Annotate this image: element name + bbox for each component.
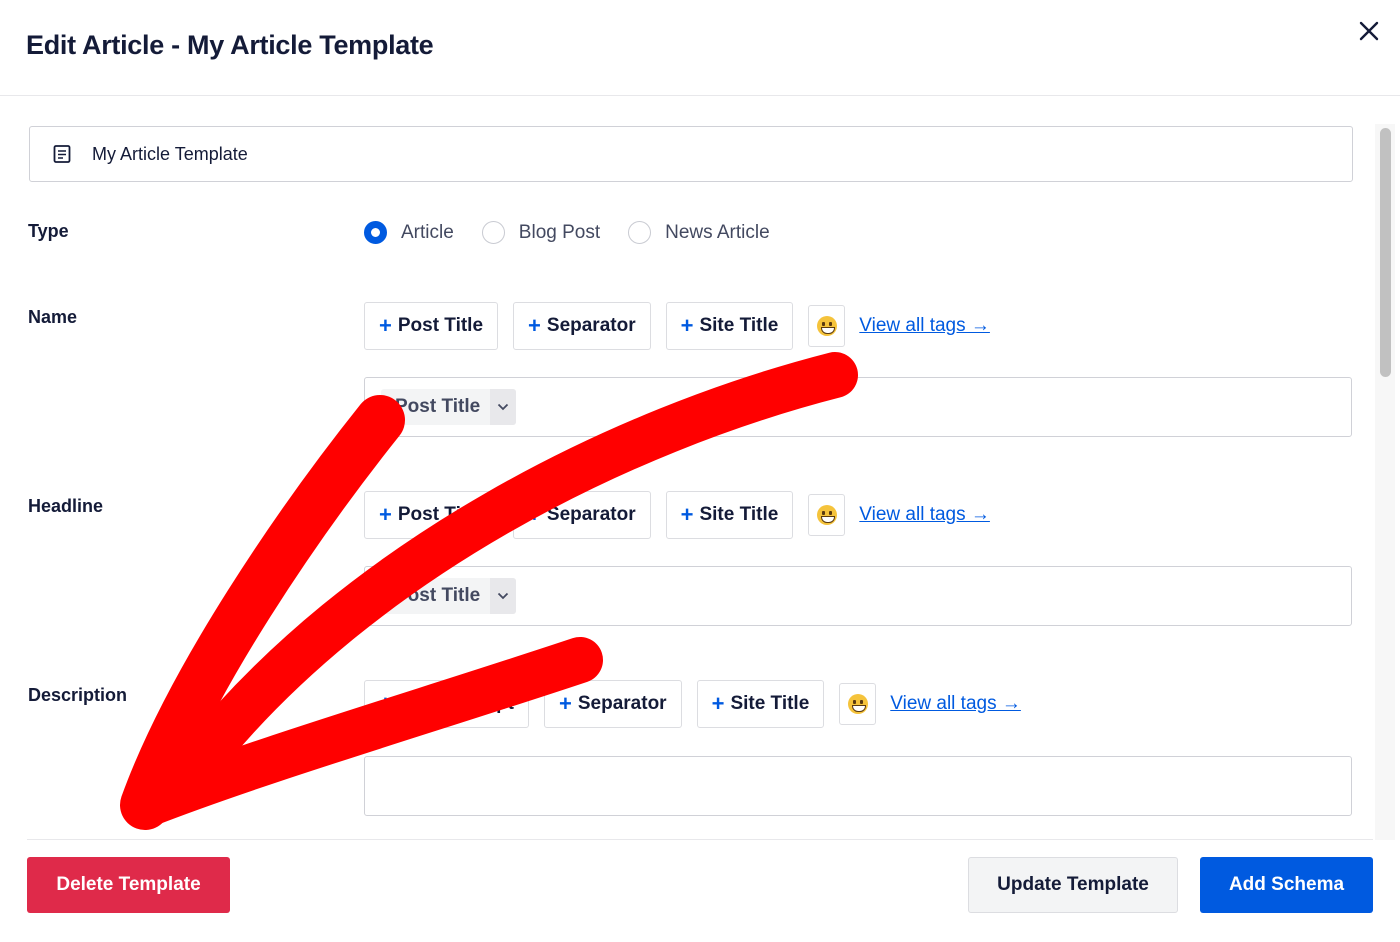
chevron-down-icon[interactable] xyxy=(490,578,517,614)
add-separator-tag-button[interactable]: + Separator xyxy=(544,680,682,728)
radio-article[interactable]: Article xyxy=(364,221,454,244)
radio-label: News Article xyxy=(665,221,770,243)
modal-header: Edit Article - My Article Template xyxy=(0,0,1400,96)
emoji-icon xyxy=(816,505,837,525)
tag-label: Post Title xyxy=(397,504,484,525)
add-post-title-tag-button[interactable]: + Post Title xyxy=(364,491,499,539)
view-all-tags-link[interactable]: View all tags → xyxy=(859,504,990,526)
edit-article-modal: Edit Article - My Article Template Type … xyxy=(0,0,1400,942)
view-all-tags-link[interactable]: View all tags → xyxy=(890,693,1021,715)
plus-icon: + xyxy=(711,691,725,716)
view-all-tags-link[interactable]: View all tags → xyxy=(859,315,990,337)
headline-tag-row: + Post Title + Separator + Site Title View … xyxy=(364,491,990,539)
emoji-picker-button[interactable] xyxy=(808,305,846,347)
tag-label: Site Title xyxy=(699,504,779,525)
plus-icon: + xyxy=(528,502,541,527)
scrollbar-thumb[interactable] xyxy=(1380,128,1391,377)
type-radio-group: Article Blog Post News Article xyxy=(364,221,798,244)
tag-label: Separator xyxy=(546,504,636,525)
name-tag-input[interactable]: Post Title xyxy=(364,377,1352,437)
chevron-down-icon[interactable] xyxy=(490,389,517,425)
chip-label: Post Title xyxy=(395,585,481,606)
name-label: Name xyxy=(28,307,78,327)
radio-unselected-icon[interactable] xyxy=(481,221,505,244)
template-name-input[interactable] xyxy=(92,143,1292,165)
add-site-title-tag-button[interactable]: + Site Title xyxy=(665,491,794,539)
add-post-title-tag-button[interactable]: + Post Title xyxy=(364,302,499,350)
headline-tag-input[interactable]: Post Title xyxy=(364,566,1352,626)
add-separator-tag-button[interactable]: + Separator xyxy=(513,491,651,539)
modal-title: Edit Article - My Article Template xyxy=(26,30,434,60)
add-separator-tag-button[interactable]: + Separator xyxy=(513,302,651,350)
plus-icon: + xyxy=(379,691,392,716)
radio-news-article[interactable]: News Article xyxy=(628,221,770,244)
plus-icon: + xyxy=(680,502,694,527)
close-icon[interactable] xyxy=(1356,18,1382,44)
tag-label: Separator xyxy=(577,693,667,714)
document-icon xyxy=(53,145,71,163)
plus-icon: + xyxy=(680,313,694,338)
radio-label: Article xyxy=(401,221,454,243)
delete-template-button[interactable]: Delete Template xyxy=(27,857,230,913)
description-label: Description xyxy=(28,685,128,705)
radio-unselected-icon[interactable] xyxy=(628,221,652,244)
add-site-title-tag-button[interactable]: + Site Title xyxy=(696,680,825,728)
plus-icon: + xyxy=(379,502,392,527)
add-post-excerpt-tag-button[interactable]: + Post Excerpt xyxy=(364,680,530,728)
name-tag-row: + Post Title + Separator + Site Title View … xyxy=(364,302,990,350)
add-schema-button[interactable]: Add Schema xyxy=(1200,857,1373,913)
emoji-picker-button[interactable] xyxy=(839,683,877,725)
update-template-button[interactable]: Update Template xyxy=(968,857,1178,913)
emoji-icon xyxy=(847,694,868,714)
tag-label: Separator xyxy=(546,315,636,336)
plus-icon: + xyxy=(528,313,541,338)
tag-chip-post-title[interactable]: Post Title xyxy=(381,389,517,425)
type-label: Type xyxy=(28,221,69,241)
description-tag-input[interactable] xyxy=(364,756,1352,816)
tag-label: Site Title xyxy=(730,693,810,714)
template-name-field[interactable] xyxy=(29,126,1353,182)
description-tag-row: + Post Excerpt + Separator + Site Title Vie… xyxy=(364,680,1021,728)
plus-icon: + xyxy=(379,313,392,338)
tag-label: Site Title xyxy=(699,315,779,336)
headline-label: Headline xyxy=(28,496,104,516)
footer-divider xyxy=(27,839,1373,840)
tag-label: Post Title xyxy=(397,315,484,336)
tag-label: Post Excerpt xyxy=(397,693,515,714)
add-site-title-tag-button[interactable]: + Site Title xyxy=(665,302,794,350)
chip-label: Post Title xyxy=(395,396,481,417)
radio-blog-post[interactable]: Blog Post xyxy=(481,221,601,244)
radio-selected-icon[interactable] xyxy=(364,221,387,244)
tag-chip-post-title[interactable]: Post Title xyxy=(381,578,517,614)
radio-label: Blog Post xyxy=(518,221,601,243)
plus-icon: + xyxy=(559,691,572,716)
emoji-picker-button[interactable] xyxy=(808,494,846,536)
emoji-icon xyxy=(816,316,837,336)
